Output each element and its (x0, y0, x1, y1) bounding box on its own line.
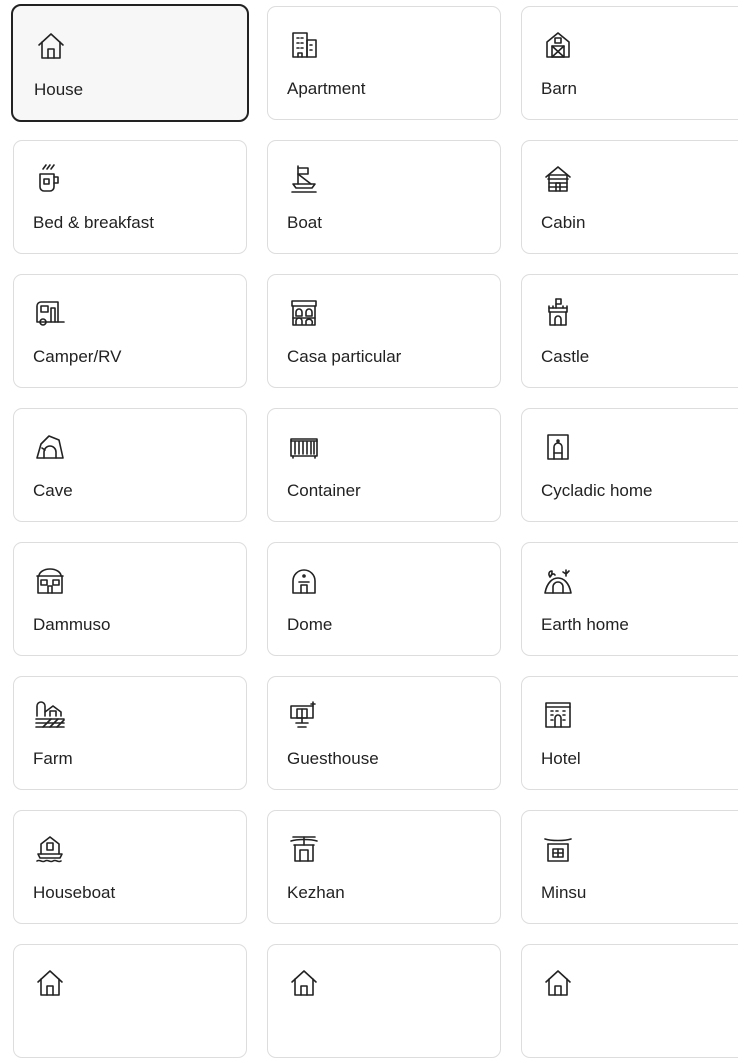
property-type-card-farm[interactable]: Farm (13, 676, 247, 790)
cave-icon (33, 430, 67, 464)
property-type-label: Bed & breakfast (33, 213, 154, 232)
property-type-card-dome[interactable]: Dome (267, 542, 501, 656)
kezhan-icon (287, 832, 321, 866)
container-icon (287, 430, 321, 464)
property-type-card-partial-23[interactable] (521, 944, 738, 1058)
property-type-label: Container (287, 481, 361, 500)
minsu-icon (541, 832, 575, 866)
property-type-card-partial-22[interactable] (267, 944, 501, 1058)
property-type-label: Castle (541, 347, 590, 366)
property-type-card-houseboat[interactable]: Houseboat (13, 810, 247, 924)
property-type-card-cave[interactable]: Cave (13, 408, 247, 522)
bed-and-breakfast-icon (33, 162, 67, 196)
property-type-card-earth-home[interactable]: Earth home (521, 542, 738, 656)
property-type-card-barn[interactable]: Barn (521, 6, 738, 120)
cycladic-home-icon (541, 430, 575, 464)
house-icon (33, 966, 67, 1000)
camper-icon (33, 296, 67, 330)
apartment-icon (287, 28, 321, 62)
property-type-label: House (34, 80, 84, 99)
property-type-label: Cave (33, 481, 73, 500)
property-type-label: Casa particular (287, 347, 402, 366)
property-type-grid: House Apartment Barn Bed & breakfast Boat Cab… (11, 4, 738, 1058)
property-type-label: Houseboat (33, 883, 116, 902)
property-type-card-cabin[interactable]: Cabin (521, 140, 738, 254)
house-icon (541, 966, 575, 1000)
property-type-label: Kezhan (287, 883, 345, 902)
property-type-label: Hotel (541, 749, 581, 768)
farm-icon (33, 698, 67, 732)
casa-particular-icon (287, 296, 321, 330)
property-type-card-dammuso[interactable]: Dammuso (13, 542, 247, 656)
houseboat-icon (33, 832, 67, 866)
house-icon (287, 966, 321, 1000)
guesthouse-icon (287, 698, 321, 732)
property-type-card-container[interactable]: Container (267, 408, 501, 522)
property-type-label: Barn (541, 79, 577, 98)
earth-home-icon (541, 564, 575, 598)
property-type-card-castle[interactable]: Castle (521, 274, 738, 388)
property-type-label: Earth home (541, 615, 629, 634)
property-type-card-boat[interactable]: Boat (267, 140, 501, 254)
property-type-card-bed-breakfast[interactable]: Bed & breakfast (13, 140, 247, 254)
house-icon (34, 29, 68, 63)
property-type-label: Cycladic home (541, 481, 653, 500)
property-type-card-hotel[interactable]: Hotel (521, 676, 738, 790)
property-type-label: Dammuso (33, 615, 111, 634)
property-type-card-camper-rv[interactable]: Camper/RV (13, 274, 247, 388)
castle-icon (541, 296, 575, 330)
property-type-label: Dome (287, 615, 333, 634)
property-type-card-partial-21[interactable] (13, 944, 247, 1058)
property-type-label: Guesthouse (287, 749, 379, 768)
boat-icon (287, 162, 321, 196)
hotel-icon (541, 698, 575, 732)
barn-icon (541, 28, 575, 62)
property-type-card-apartment[interactable]: Apartment (267, 6, 501, 120)
cabin-icon (541, 162, 575, 196)
property-type-label: Boat (287, 213, 322, 232)
property-type-card-guesthouse[interactable]: Guesthouse (267, 676, 501, 790)
property-type-label: Farm (33, 749, 73, 768)
property-type-card-cycladic-home[interactable]: Cycladic home (521, 408, 738, 522)
property-type-label: Minsu (541, 883, 587, 902)
property-type-label: Cabin (541, 213, 586, 232)
property-type-label: Apartment (287, 79, 366, 98)
dammuso-icon (33, 564, 67, 598)
property-type-card-kezhan[interactable]: Kezhan (267, 810, 501, 924)
dome-icon (287, 564, 321, 598)
property-type-label: Camper/RV (33, 347, 122, 366)
property-type-card-minsu[interactable]: Minsu (521, 810, 738, 924)
property-type-card-house[interactable]: House (11, 4, 249, 122)
property-type-card-casa-particular[interactable]: Casa particular (267, 274, 501, 388)
